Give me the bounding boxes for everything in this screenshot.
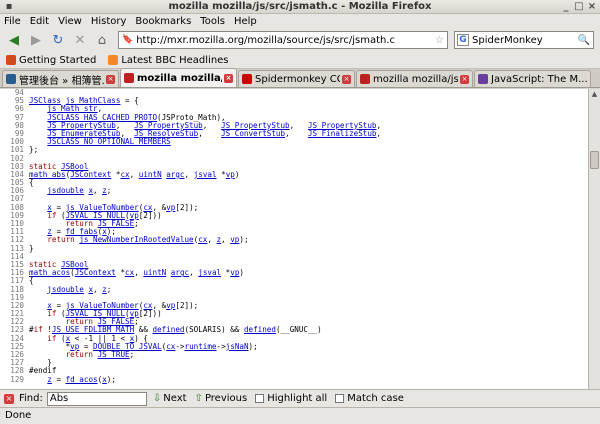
menu-bar: File Edit View History Bookmarks Tools Help — [0, 14, 600, 28]
mozilla-icon — [360, 74, 370, 84]
code-text: jsdouble x, z; — [47, 186, 112, 196]
close-tab-icon[interactable]: × — [342, 74, 351, 84]
code-line: 106 jsdouble x, z; — [0, 187, 588, 195]
window-title-bar: ▪ mozilla mozilla/js/src/jsmath.c - Mozi… — [0, 0, 600, 14]
status-text: Done — [5, 410, 32, 421]
search-box[interactable]: G SpiderMonkey 🔍 — [454, 31, 594, 49]
menu-view[interactable]: View — [58, 16, 82, 27]
checkbox-icon — [255, 394, 265, 403]
code-line: 118 jsdouble x, z; — [0, 284, 588, 294]
highlight-all-checkbox[interactable]: Highlight all — [255, 393, 327, 404]
browser-tab[interactable]: 管理後台 » 相簿管... × — [2, 70, 119, 87]
bookmark-label: Getting Started — [19, 54, 97, 66]
browser-tab[interactable]: mozilla mozilla/js/s...× — [356, 70, 473, 87]
match-case-checkbox[interactable]: Match case — [335, 393, 404, 404]
code-line: 104 math_abs(JSContext *cx, uintN argc, j… — [0, 169, 588, 179]
code-line: 100 JSCLASS_NO_OPTIONAL_MEMBERS — [0, 137, 588, 147]
scroll-up-icon[interactable]: ▲ — [589, 89, 600, 100]
code-line: 101}; — [0, 146, 588, 154]
code-text: jsdouble x, z; — [47, 284, 112, 294]
code-text: z = fd_acos(x); — [47, 374, 116, 384]
status-bar: Done — [0, 407, 600, 424]
menu-bookmarks[interactable]: Bookmarks — [135, 16, 191, 27]
close-tab-icon[interactable]: × — [224, 73, 233, 83]
menu-history[interactable]: History — [91, 16, 127, 27]
code-text: } — [29, 243, 34, 253]
bookmark-label: Latest BBC Headlines — [121, 54, 229, 66]
firefox-icon — [6, 55, 16, 65]
code-line: 113} — [0, 243, 588, 253]
search-value: SpiderMonkey — [472, 34, 543, 46]
vertical-scrollbar[interactable]: ▲ — [588, 89, 600, 389]
wordpress-icon — [6, 74, 16, 84]
tab-label: 管理後台 » 相簿管... — [19, 75, 104, 87]
checkbox-icon — [335, 394, 345, 403]
maximize-icon[interactable]: □ — [573, 1, 585, 13]
code-line: 127 } — [0, 358, 588, 367]
code-text: return js_NewNumberInRootedValue(cx, z, … — [47, 235, 249, 245]
rss-icon — [108, 55, 119, 65]
tab-label: Spidermonkey CGI... — [255, 73, 340, 85]
code-line: 112 return js_NewNumberInRootedValue(cx,… — [0, 236, 588, 244]
code-line: 129 z = fd_acos(x); — [0, 374, 588, 384]
scrollbar-thumb[interactable] — [590, 151, 599, 169]
tab-bar: 管理後台 » 相簿管...×mozilla mozilla/j...×Spide… — [0, 68, 600, 88]
find-bar: × Find: ⇩ Next ⇧ Previous Highlight all … — [0, 389, 600, 407]
code-line: 116 math_acos(JSContext *cx, uintN argc, … — [0, 268, 588, 278]
down-arrow-icon: ⇩ — [152, 393, 162, 404]
browser-tab[interactable]: Spidermonkey CGI...× — [238, 70, 355, 87]
bookmark-item[interactable]: Getting Started — [6, 55, 96, 66]
minimize-icon[interactable]: _ — [560, 1, 572, 13]
back-button[interactable]: ◀ — [4, 30, 24, 50]
code-text: math_abs(JSContext *cx, uintN argc, jsva… — [29, 169, 240, 179]
find-next-button[interactable]: ⇩ Next — [153, 393, 187, 404]
up-arrow-icon: ⇧ — [194, 393, 203, 404]
tab-label: mozilla mozilla/js/s... — [373, 73, 458, 85]
line-number[interactable]: 129 — [0, 375, 24, 384]
menu-file[interactable]: File — [4, 16, 21, 27]
find-label: Find: — [19, 393, 43, 404]
navigation-toolbar: ◀ ▶ ↻ ✕ ⌂ 🔖 http://mxr.mozilla.org/mozil… — [0, 28, 600, 52]
bookmarks-toolbar: Getting Started Latest BBC Headlines — [0, 52, 600, 69]
code-text: }; — [29, 145, 39, 155]
code-line: 126 return JS_TRUE; — [0, 350, 588, 359]
close-tab-icon[interactable]: × — [106, 74, 115, 84]
find-previous-button[interactable]: ⇧ Previous — [195, 393, 248, 404]
window-title: mozilla mozilla/js/src/jsmath.c - Mozill… — [168, 1, 432, 12]
url-text: http://mxr.mozilla.org/mozilla/source/js… — [136, 34, 396, 46]
maple-leaf-icon — [242, 74, 252, 84]
tab-label: mozilla mozilla/j... — [137, 72, 222, 84]
stop-button[interactable]: ✕ — [70, 30, 90, 50]
bookmark-star-icon[interactable]: ☆ — [435, 35, 444, 46]
forward-button[interactable]: ▶ — [26, 30, 46, 50]
match-case-label: Match case — [347, 393, 404, 404]
site-icon: 🔖 — [122, 35, 134, 45]
code-text: math_acos(JSContext *cx, uintN argc, jsv… — [29, 268, 244, 278]
source-code-view: 94 95 JSClass js_MathClass = {96 js_Math_s… — [0, 89, 588, 389]
search-icon[interactable]: 🔍 — [578, 35, 590, 46]
close-tab-icon[interactable]: × — [460, 74, 469, 84]
tab-label: JavaScript: The M... — [491, 73, 587, 85]
bookmark-item[interactable]: Latest BBC Headlines — [108, 54, 229, 66]
find-input[interactable] — [46, 391, 147, 406]
browser-tab[interactable]: mozilla mozilla/j...× — [120, 68, 237, 87]
find-next-label: Next — [163, 393, 187, 404]
highlight-all-label: Highlight all — [267, 393, 328, 404]
url-bar[interactable]: 🔖 http://mxr.mozilla.org/mozilla/source/… — [118, 31, 448, 49]
google-icon[interactable]: G — [457, 34, 469, 46]
window-menu-icon[interactable]: ▪ — [3, 1, 15, 13]
menu-help[interactable]: Help — [234, 16, 257, 27]
find-previous-label: Previous — [204, 393, 248, 404]
browser-tab[interactable]: JavaScript: The M... — [474, 70, 591, 87]
close-find-icon[interactable]: × — [4, 393, 14, 404]
menu-edit[interactable]: Edit — [30, 16, 49, 27]
reload-button[interactable]: ↻ — [48, 30, 68, 50]
code-text: JSCLASS_NO_OPTIONAL_MEMBERS — [47, 137, 171, 147]
home-button[interactable]: ⌂ — [92, 30, 112, 50]
close-window-icon[interactable]: × — [586, 1, 598, 13]
mozilla-icon — [124, 73, 134, 83]
menu-tools[interactable]: Tools — [200, 16, 225, 27]
page-icon — [478, 74, 488, 84]
